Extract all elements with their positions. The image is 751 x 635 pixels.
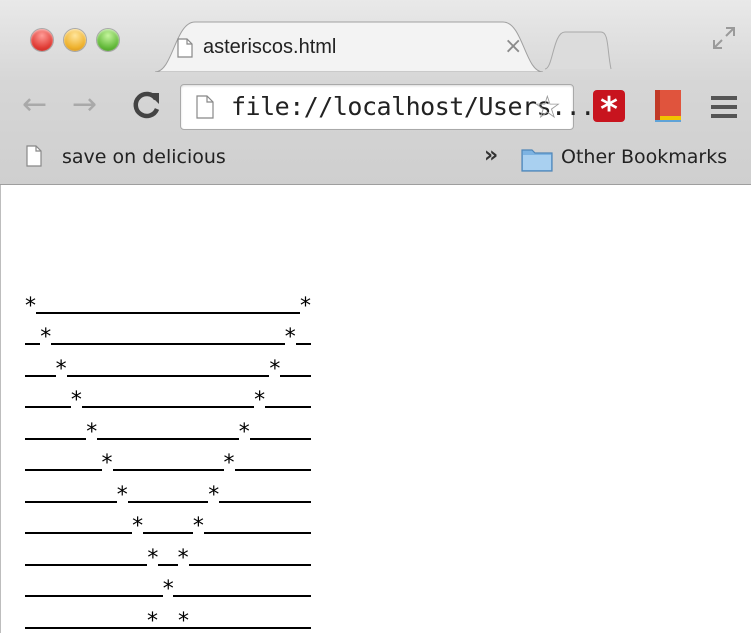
asterisk: * bbox=[238, 419, 250, 445]
pattern-row: * bbox=[25, 572, 311, 604]
tab-title: asteriscos.html bbox=[203, 36, 337, 58]
bookmark-page-icon[interactable] bbox=[26, 145, 42, 171]
underscore-line bbox=[112, 469, 224, 471]
pattern-row: * * bbox=[25, 351, 311, 383]
underscore-line bbox=[143, 532, 193, 534]
underscore-line bbox=[188, 563, 311, 566]
pattern-row: * * bbox=[25, 320, 311, 352]
asterisk: * bbox=[300, 293, 311, 319]
asterisk: * bbox=[147, 608, 158, 634]
underscore-line bbox=[295, 343, 311, 345]
page-icon bbox=[196, 95, 214, 123]
forward-icon[interactable]: → bbox=[72, 90, 97, 120]
page-content: * * * * * * * * * * * * * * * * * * * * * bbox=[0, 185, 751, 633]
asterisk: * bbox=[101, 451, 113, 476]
minimize-window-button[interactable] bbox=[64, 29, 86, 51]
zoom-window-button[interactable] bbox=[97, 29, 119, 51]
asterisk: * bbox=[25, 293, 36, 319]
asterisk: * bbox=[177, 545, 189, 571]
underscore-line bbox=[36, 311, 300, 314]
underscore-line bbox=[249, 437, 311, 440]
underscore-line bbox=[81, 406, 255, 408]
menu-icon[interactable] bbox=[711, 96, 737, 123]
underscore-line bbox=[97, 437, 239, 440]
asterisk: * bbox=[192, 514, 204, 539]
asterisk: * bbox=[147, 545, 159, 571]
tab-active[interactable]: asteriscos.html × bbox=[155, 20, 543, 72]
underscore-line bbox=[25, 469, 102, 471]
asterisk: * bbox=[208, 482, 220, 508]
pattern-row: * * bbox=[25, 603, 311, 635]
asterisk: * bbox=[254, 388, 266, 413]
pattern-row: * * bbox=[25, 477, 311, 509]
asterisk: * bbox=[70, 388, 82, 413]
underscore-line bbox=[234, 469, 311, 471]
underscore-line bbox=[25, 532, 133, 534]
underscore-line bbox=[25, 343, 41, 345]
underscore-line bbox=[25, 500, 117, 503]
asterisk: * bbox=[132, 514, 144, 539]
asterisk: * bbox=[178, 608, 189, 634]
address-bar[interactable]: file://localhost/Users... ☆ bbox=[180, 84, 595, 130]
underscore-line bbox=[25, 595, 163, 597]
close-window-button[interactable] bbox=[31, 29, 53, 51]
underscore-line bbox=[25, 406, 71, 408]
underscore-line bbox=[158, 563, 178, 566]
underscore-line bbox=[280, 374, 311, 377]
bookmarks-overflow-icon[interactable]: » bbox=[484, 143, 498, 168]
asterisk: * bbox=[284, 325, 296, 350]
back-icon[interactable]: ← bbox=[22, 90, 47, 120]
asterisk: * bbox=[269, 356, 281, 382]
pattern-row: * * bbox=[25, 540, 311, 572]
tab-close-icon[interactable]: × bbox=[504, 34, 522, 59]
pattern-row: * * bbox=[25, 446, 311, 478]
asterisk: * bbox=[86, 419, 98, 445]
underscore-line bbox=[51, 343, 285, 345]
asterisk: * bbox=[116, 482, 128, 508]
pattern-row: * * bbox=[25, 288, 311, 320]
browser-chrome: asteriscos.html × ← → file://localhost/U… bbox=[0, 0, 751, 185]
underscore-line bbox=[265, 406, 311, 408]
pattern-row: * * bbox=[25, 414, 311, 446]
folder-icon[interactable] bbox=[521, 146, 553, 176]
underscore-line bbox=[25, 563, 148, 566]
asterisk: * bbox=[162, 577, 174, 602]
underscore-line bbox=[25, 437, 87, 440]
underscore-line bbox=[203, 532, 311, 534]
bookmark-save-on-delicious[interactable]: save on delicious bbox=[62, 146, 226, 168]
fullscreen-icon[interactable] bbox=[712, 26, 736, 54]
underscore-line bbox=[66, 374, 270, 377]
reload-icon[interactable] bbox=[132, 90, 162, 124]
underscore-line bbox=[25, 374, 56, 377]
underscore-line bbox=[127, 500, 209, 503]
bookmark-folder-other[interactable]: Other Bookmarks bbox=[561, 146, 727, 168]
asterisk: * bbox=[223, 451, 235, 476]
asterisk: * bbox=[55, 356, 67, 382]
bookmark-extension-icon[interactable] bbox=[652, 88, 686, 128]
pattern-row: * * bbox=[25, 383, 311, 415]
asterisk-pattern: * * * * * * * * * * * * * * * * * * * * * bbox=[25, 288, 311, 635]
pattern-row: * * bbox=[25, 509, 311, 541]
underscore-line bbox=[173, 595, 311, 597]
underscore-line bbox=[219, 500, 311, 503]
bookmark-star-icon[interactable]: ☆ bbox=[533, 88, 562, 126]
asterisk: * bbox=[40, 325, 52, 350]
new-tab-button[interactable] bbox=[543, 30, 613, 74]
lastpass-extension-icon[interactable]: * bbox=[593, 90, 625, 130]
